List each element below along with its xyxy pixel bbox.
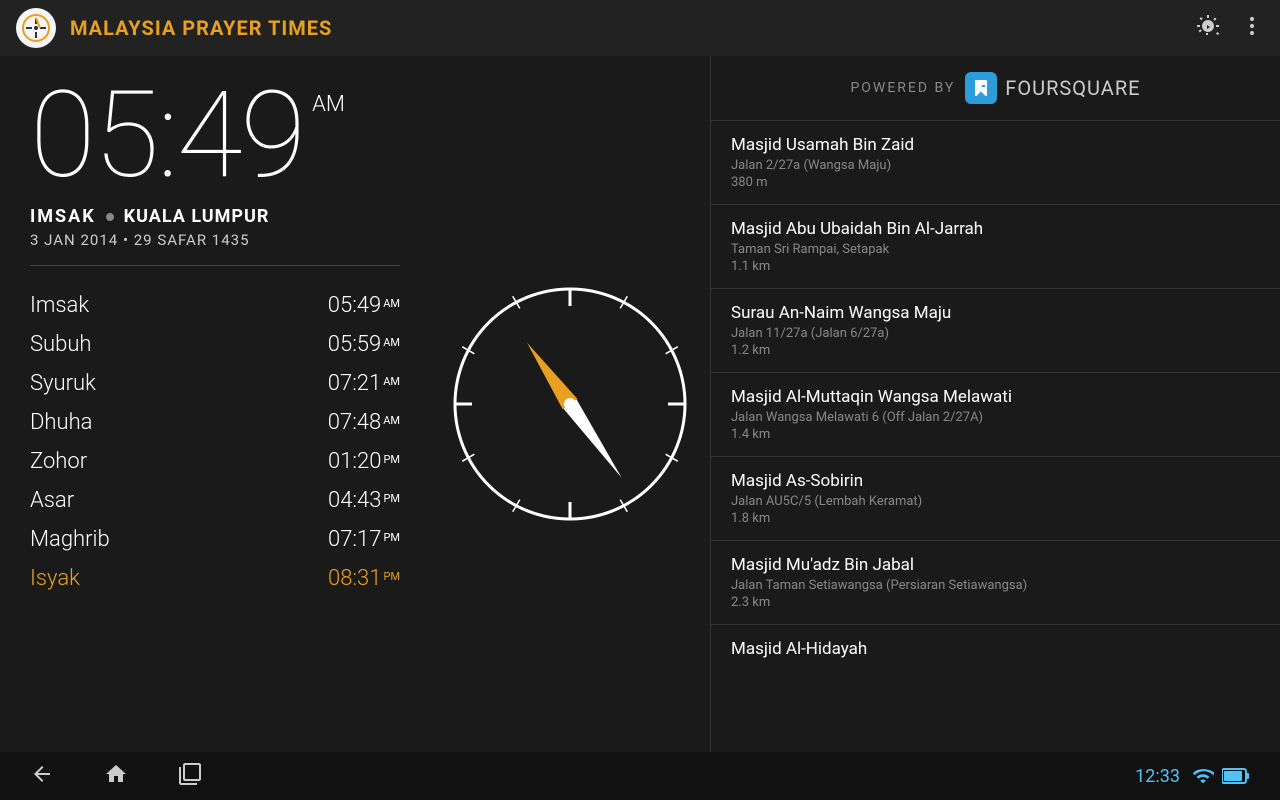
more-options-icon[interactable] [1240, 14, 1264, 43]
date-display: 3 JAN 2014 • 29 SAFAR 1435 [30, 231, 400, 249]
app-title: MALAYSIA PRAYER TIMES [70, 16, 1196, 40]
foursquare-logo: FOURSQUARE [965, 72, 1140, 104]
mosque-name: Masjid Usamah Bin Zaid [731, 135, 1260, 155]
foursquare-icon [965, 72, 997, 104]
prayer-row: Asar 04:43PM [30, 481, 400, 520]
mosque-item[interactable]: Masjid Mu'adz Bin Jabal Jalan Taman Setia… [711, 541, 1280, 625]
prayer-name: Dhuha [30, 410, 92, 435]
prayer-time: 07:17PM [328, 527, 400, 552]
mosque-address: Jalan Wangsa Melawati 6 (Off Jalan 2/27A… [731, 410, 1260, 425]
prayer-time: 05:59AM [328, 332, 400, 357]
prayer-row: Maghrib 07:17PM [30, 520, 400, 559]
mosque-item[interactable]: Masjid As-Sobirin Jalan AU5C/5 (Lembah Ke… [711, 457, 1280, 541]
mosque-name: Masjid Al-Muttaqin Wangsa Melawati [731, 387, 1260, 407]
clock-ampm: AM [312, 92, 345, 117]
mosque-address: Jalan 2/27a (Wangsa Maju) [731, 158, 1260, 173]
mosque-distance: 2.3 km [731, 595, 1260, 610]
status-right: 12:33 [1135, 765, 1250, 787]
prayer-name: Imsak [30, 293, 89, 318]
prayer-row: Syuruk 07:21AM [30, 364, 400, 403]
powered-by-bar: POWERED BY FOURSQUARE [711, 56, 1280, 121]
top-bar: MALAYSIA PRAYER TIMES [0, 0, 1280, 56]
divider [30, 265, 400, 266]
hijri-date: 29 SAFAR 1435 [134, 231, 250, 249]
prayer-name: Asar [30, 488, 74, 513]
nav-home-button[interactable] [104, 762, 128, 791]
foursquare-name: FOURSQUARE [1005, 76, 1140, 100]
prayer-row: Subuh 05:59AM [30, 325, 400, 364]
top-bar-actions [1196, 14, 1264, 43]
prayer-name: Maghrib [30, 527, 110, 552]
clock-display: 05:49 [30, 76, 304, 196]
wifi-icon [1192, 765, 1214, 787]
mosque-distance: 1.4 km [731, 427, 1260, 442]
prayer-name: Zohor [30, 449, 87, 474]
battery-icon [1222, 765, 1250, 787]
powered-by-label: POWERED BY [850, 80, 955, 96]
prayer-row: Isyak 08:31PM [30, 559, 400, 598]
location-dot-icon [106, 213, 114, 221]
prayer-time: 07:21AM [328, 371, 400, 396]
mosque-distance: 1.8 km [731, 511, 1260, 526]
bottom-bar: 12:33 [0, 752, 1280, 800]
status-icons [1192, 765, 1250, 787]
mosque-item[interactable]: Masjid Al-Muttaqin Wangsa Melawati Jalan … [711, 373, 1280, 457]
mosque-name: Masjid Mu'adz Bin Jabal [731, 555, 1260, 575]
mosque-name: Masjid Al-Hidayah [731, 639, 1260, 659]
mosque-item[interactable]: Masjid Usamah Bin Zaid Jalan 2/27a (Wangs… [711, 121, 1280, 205]
prayer-time: 07:48AM [328, 410, 400, 435]
current-prayer-label: IMSAK [30, 206, 96, 227]
mosque-name: Masjid As-Sobirin [731, 471, 1260, 491]
prayer-label-row: IMSAK KUALA LUMPUR [30, 206, 400, 227]
mosque-item[interactable]: Masjid Al-Hidayah [711, 625, 1280, 676]
mosque-name: Masjid Abu Ubaidah Bin Al-Jarrah [731, 219, 1260, 239]
prayer-name: Syuruk [30, 371, 96, 396]
prayer-row: Imsak 05:49AM [30, 286, 400, 325]
nav-recents-button[interactable] [178, 762, 202, 791]
mosque-item[interactable]: Masjid Abu Ubaidah Bin Al-Jarrah Taman Sr… [711, 205, 1280, 289]
right-panel: POWERED BY FOURSQUARE Masjid Usamah Bin … [710, 56, 1280, 752]
gregorian-date: 3 JAN 2014 [30, 231, 118, 249]
mosque-distance: 1.1 km [731, 259, 1260, 274]
left-panel: 05:49 AM IMSAK KUALA LUMPUR 3 JAN 2014 •… [0, 56, 430, 752]
alarm-icon[interactable] [1196, 14, 1220, 43]
mosque-address: Jalan AU5C/5 (Lembah Keramat) [731, 494, 1260, 509]
prayer-time: 04:43PM [328, 488, 400, 513]
prayer-row: Dhuha 07:48AM [30, 403, 400, 442]
mosque-address: Jalan Taman Setiawangsa (Persiaran Setia… [731, 578, 1260, 593]
prayer-time: 05:49AM [328, 293, 400, 318]
prayer-row: Zohor 01:20PM [30, 442, 400, 481]
mosque-list[interactable]: Masjid Usamah Bin Zaid Jalan 2/27a (Wangs… [711, 121, 1280, 752]
app-logo [16, 8, 56, 48]
date-separator: • [123, 231, 129, 249]
clock-section: 05:49 AM [30, 76, 400, 196]
mosque-distance: 380 m [731, 175, 1260, 190]
mosque-item[interactable]: Surau An-Naim Wangsa Maju Jalan 11/27a (J… [711, 289, 1280, 373]
compass-section [430, 56, 710, 752]
prayer-time: 01:20PM [328, 449, 400, 474]
main-content: 05:49 AM IMSAK KUALA LUMPUR 3 JAN 2014 •… [0, 56, 1280, 752]
location-name: KUALA LUMPUR [124, 206, 270, 227]
mosque-distance: 1.2 km [731, 343, 1260, 358]
mosque-name: Surau An-Naim Wangsa Maju [731, 303, 1260, 323]
status-clock: 12:33 [1135, 766, 1180, 787]
prayer-name: Subuh [30, 332, 92, 357]
mosque-address: Taman Sri Rampai, Setapak [731, 242, 1260, 257]
prayer-times-table: Imsak 05:49AM Subuh 05:59AM Syuruk 07:21AM Dhu… [30, 286, 400, 732]
prayer-time: 08:31PM [328, 566, 400, 591]
prayer-name: Isyak [30, 566, 80, 591]
nav-buttons [30, 762, 202, 791]
mosque-address: Jalan 11/27a (Jalan 6/27a) [731, 326, 1260, 341]
compass-svg [450, 284, 690, 524]
compass [450, 284, 690, 524]
nav-back-button[interactable] [30, 762, 54, 791]
